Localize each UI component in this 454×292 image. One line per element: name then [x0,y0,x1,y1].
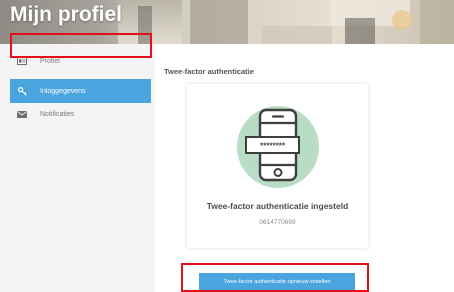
banner-photo-detail [190,0,248,44]
key-icon [16,86,28,96]
sidebar-item-notificaties[interactable]: Notificaties [10,102,151,126]
two-factor-card: ******** Twee-factor authenticatie inges… [187,84,368,248]
banner-photo-detail [345,18,375,44]
sidebar: Profiel Inloggegevens Notificaties [0,44,155,292]
card-heading: Twee-factor authenticatie ingesteld [206,201,349,211]
envelope-icon [16,109,28,119]
sidebar-item-label: Profiel [40,57,60,65]
masked-code: ******** [260,142,286,151]
banner-photo-detail [420,0,454,44]
banner-photo-detail [262,26,332,44]
sidebar-item-label: Notificaties [40,110,75,118]
sidebar-item-label: Inloggegevens [40,87,86,95]
highlight-box-sidebar [10,33,152,58]
section-title: Twee-factor authenticatie [164,67,254,76]
highlight-box-button [181,263,369,292]
phone-number: 0614770699 [259,219,296,226]
banner-photo-detail [392,10,412,30]
page-title: Mijn profiel [10,3,122,26]
sidebar-item-inloggegevens[interactable]: Inloggegevens [10,79,151,103]
phone-password-icon: ******** [237,106,319,188]
